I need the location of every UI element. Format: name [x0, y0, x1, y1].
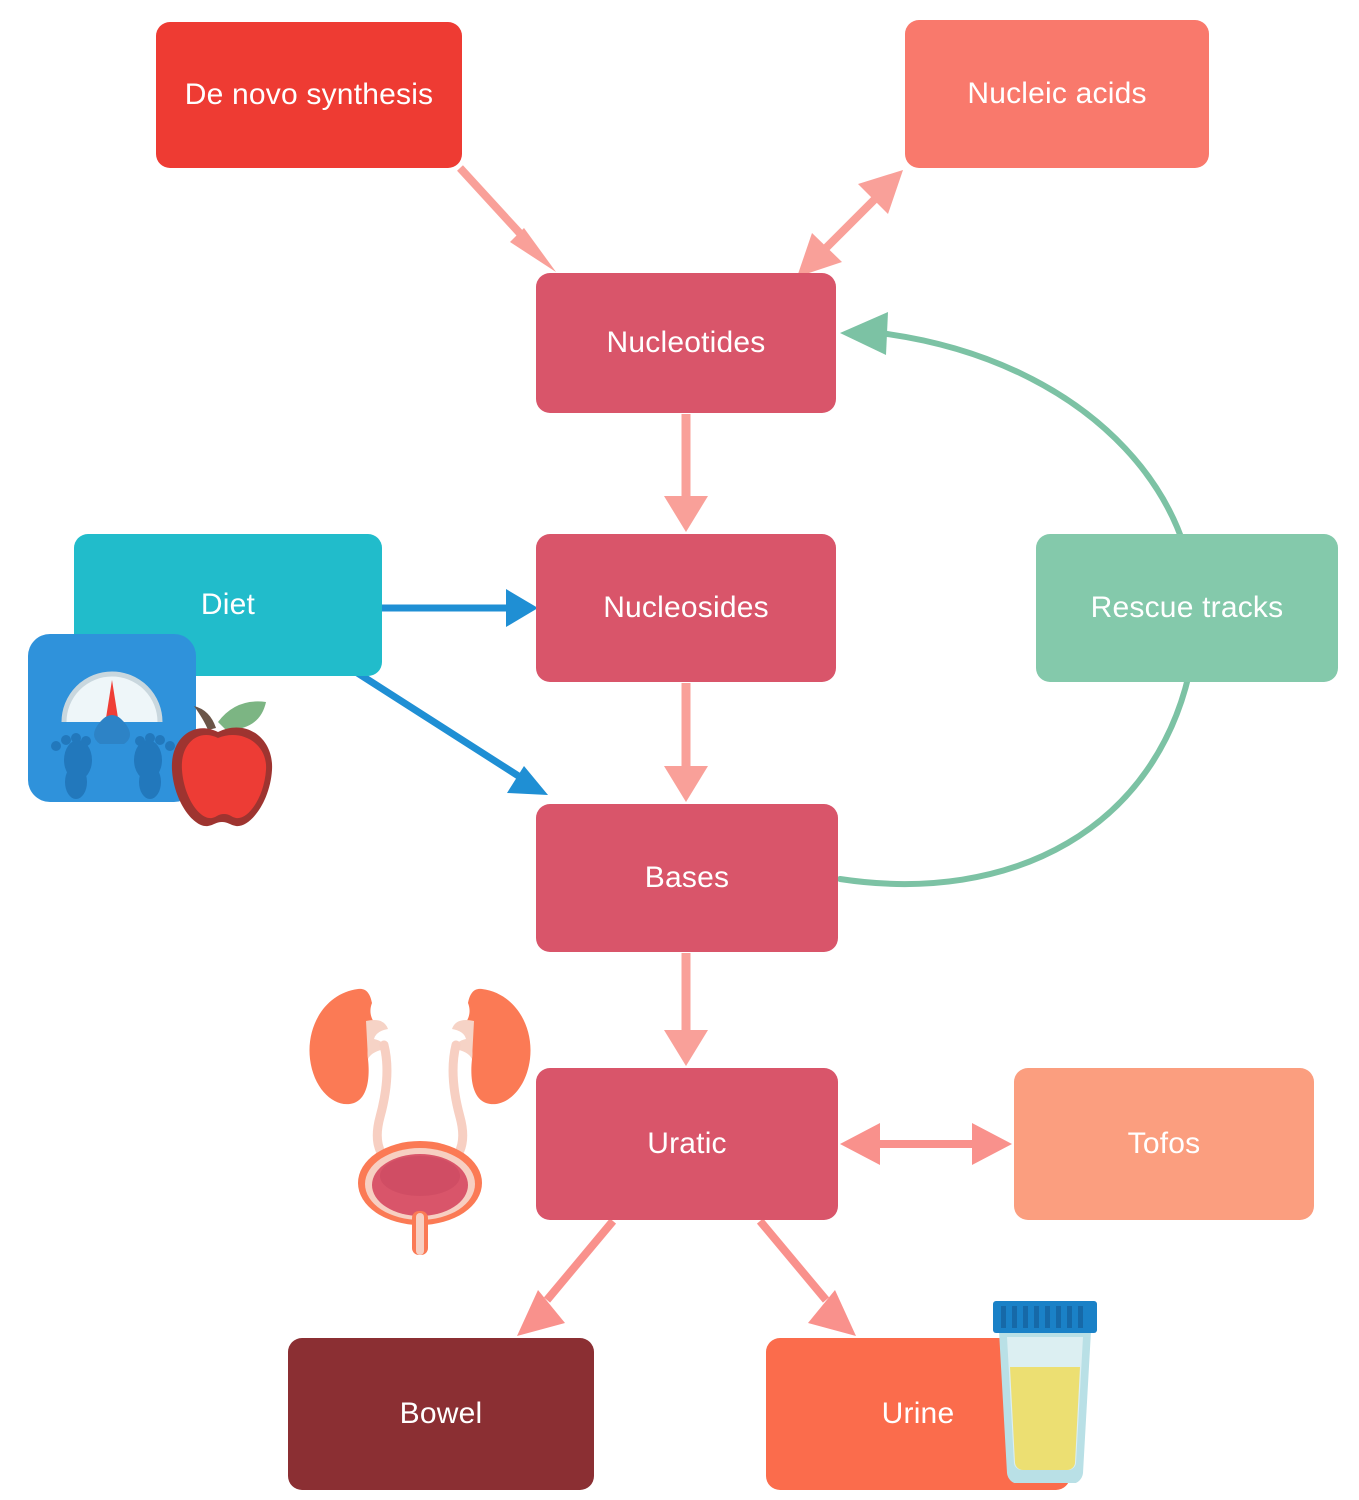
- connector-nucleotides-to-nucleosides: [664, 414, 708, 532]
- node-uratic[interactable]: Uratic: [536, 1068, 838, 1220]
- node-label: Bases: [644, 861, 730, 894]
- node-bowel[interactable]: Bowel: [288, 1338, 594, 1490]
- kidneys-bladder-icon: [309, 988, 531, 1255]
- node-label: Uratic: [647, 1127, 727, 1160]
- diagram-canvas: De novo synthesis Nucleic acids Nucleoti…: [0, 0, 1359, 1500]
- node-label: De novo synthesis: [184, 78, 434, 111]
- connector-uratic-to-tofos: [840, 1123, 1012, 1165]
- apple-icon: [171, 701, 273, 827]
- connector-diet-to-nucleosides: [382, 589, 538, 627]
- node-bases[interactable]: Bases: [536, 804, 838, 952]
- node-label: Nucleotides: [606, 326, 766, 359]
- connector-diet-to-bases: [343, 662, 548, 795]
- node-tofos[interactable]: Tofos: [1014, 1068, 1314, 1220]
- connector-uratic-to-urine: [756, 1218, 856, 1336]
- node-label: Diet: [200, 588, 256, 621]
- node-de-novo-synthesis[interactable]: De novo synthesis: [156, 22, 462, 168]
- node-label: Nucleic acids: [967, 77, 1147, 110]
- node-nucleosides[interactable]: Nucleosides: [536, 534, 836, 682]
- node-rescue-tracks[interactable]: Rescue tracks: [1036, 534, 1338, 682]
- connector-bases-to-uratic: [664, 953, 708, 1066]
- urine-sample-cup-icon: [993, 1301, 1097, 1483]
- node-label: Nucleosides: [603, 591, 769, 624]
- node-label: Rescue tracks: [1090, 591, 1284, 624]
- connector-nucleosides-to-bases: [664, 683, 708, 802]
- node-label: Tofos: [1127, 1127, 1201, 1160]
- node-nucleotides[interactable]: Nucleotides: [536, 273, 836, 413]
- node-label: Urine: [881, 1397, 955, 1430]
- connector-nucleotides-to-nucleic-acids: [797, 170, 903, 277]
- node-nucleic-acids[interactable]: Nucleic acids: [905, 20, 1209, 168]
- node-label: Bowel: [399, 1397, 483, 1430]
- connector-de-novo-to-nucleotides: [457, 165, 556, 272]
